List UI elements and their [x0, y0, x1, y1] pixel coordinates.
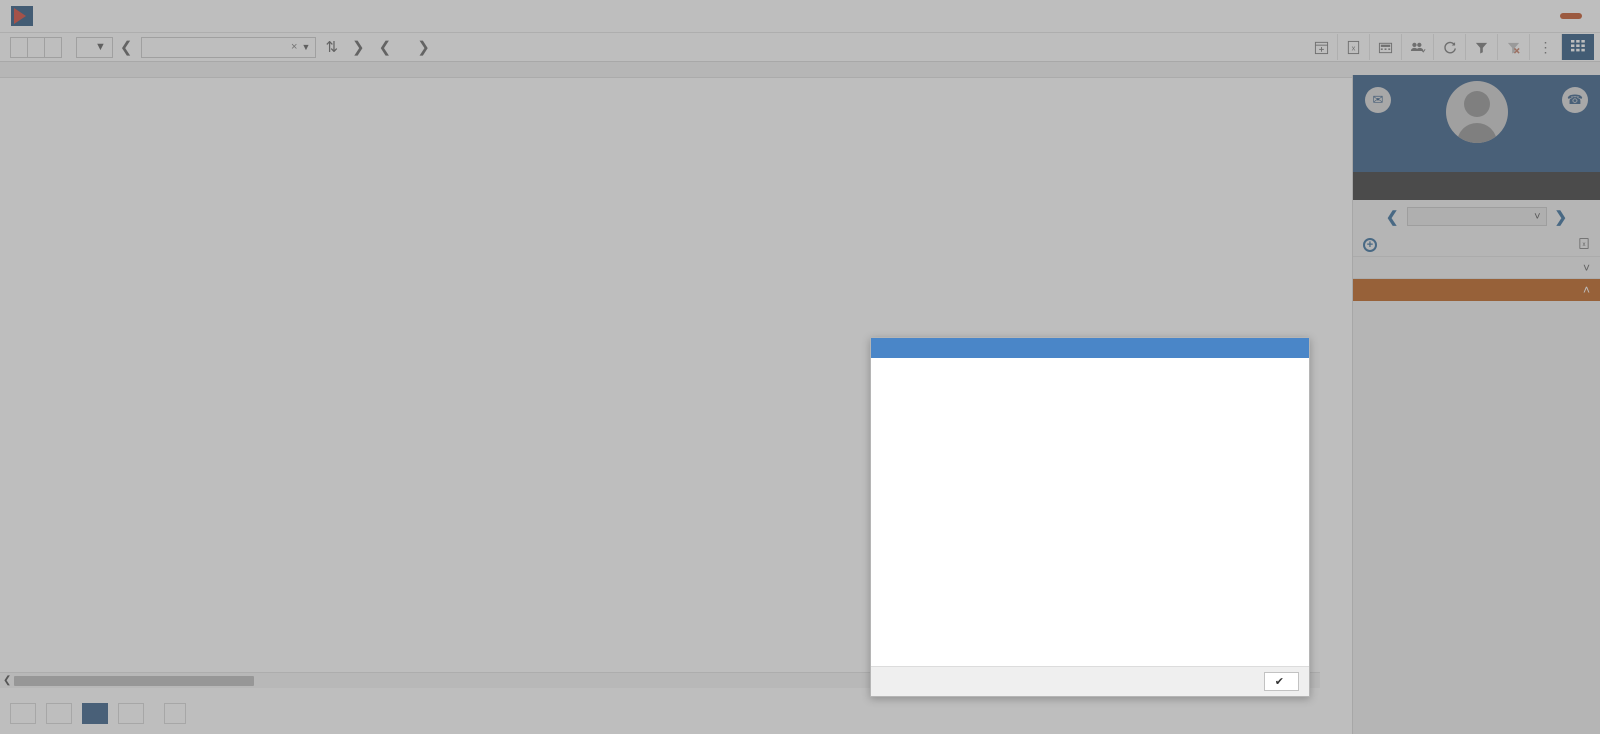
filter-icon[interactable]: ▼	[95, 41, 106, 53]
pager-page-1[interactable]	[82, 702, 108, 724]
status-filter[interactable]: ▼	[76, 36, 113, 58]
pagination-bar	[0, 692, 1320, 734]
sort-employees-icon[interactable]: ⇅	[318, 38, 345, 56]
prev-costing-button[interactable]: ❮	[1386, 208, 1399, 226]
avatar	[1445, 81, 1508, 143]
walk-me-through-button[interactable]	[1560, 13, 1582, 19]
excel-export-icon[interactable]: x	[1338, 34, 1370, 60]
phone-icon[interactable]: ☎	[1562, 87, 1588, 113]
scope-button-me[interactable]	[10, 36, 28, 58]
app-logo[interactable]	[8, 6, 33, 26]
planned-jobs-header[interactable]: ˅	[1353, 257, 1600, 279]
top-navigation-bar	[0, 0, 1600, 32]
filter-toolbar: ▼ ❮ × ▼ ⇅ ❯ ❮ ❯ x ⋮	[0, 32, 1600, 62]
calendar-add-icon[interactable]	[1306, 34, 1338, 60]
calculator-icon[interactable]	[1370, 34, 1402, 60]
excel-export-icon[interactable]: x	[1578, 237, 1590, 253]
scroll-left-icon[interactable]: ❮	[0, 675, 14, 686]
synerion-mark-icon	[11, 6, 33, 26]
more-info-dialog: ✔	[870, 337, 1310, 697]
chevron-down-icon[interactable]: ˅	[1583, 261, 1590, 275]
grid-view-icon[interactable]	[1562, 34, 1594, 60]
chevron-up-icon[interactable]: ˄	[1583, 283, 1590, 297]
employees-icon[interactable]	[1402, 34, 1434, 60]
costing-select[interactable]: ˅	[1406, 207, 1547, 226]
prev-employee-button[interactable]: ❮	[113, 38, 140, 56]
next-date-range-button[interactable]: ❯	[410, 38, 437, 56]
chevron-down-icon[interactable]: ˅	[1534, 211, 1540, 223]
prev-date-range-button[interactable]: ❮	[372, 38, 399, 56]
mail-icon[interactable]: ✉	[1365, 87, 1391, 113]
display-filter-select[interactable]	[164, 702, 186, 724]
dialog-title-bar	[871, 338, 1309, 358]
filter-icon[interactable]	[1466, 34, 1498, 60]
clear-filter-icon[interactable]	[1498, 34, 1530, 60]
pager-page-2[interactable]	[118, 702, 144, 724]
employee-select[interactable]: × ▼	[141, 36, 317, 58]
scrollbar-thumb[interactable]	[14, 675, 255, 686]
employee-panel-header: ✉ ☎	[1353, 75, 1600, 172]
scope-button-direct-employees[interactable]	[27, 36, 45, 58]
svg-text:x: x	[1352, 43, 1356, 52]
dialog-body	[871, 358, 1309, 380]
next-employee-button[interactable]: ❯	[345, 38, 372, 56]
close-button[interactable]: ✔	[1263, 672, 1299, 691]
pager-prev-button[interactable]	[46, 702, 72, 724]
add-task-row[interactable]: + x	[1353, 233, 1600, 257]
scope-button-my-employees[interactable]	[44, 36, 62, 58]
svg-text:x: x	[1583, 241, 1586, 247]
pager-first-button[interactable]	[10, 702, 36, 724]
clear-employee-icon[interactable]: ×	[291, 41, 297, 53]
panel-tabs	[1353, 172, 1600, 200]
actual-jobs-header[interactable]: ˄	[1353, 279, 1600, 301]
costing-selector-row: ❮ ˅ ❯	[1353, 200, 1600, 233]
check-icon: ✔	[1274, 676, 1284, 688]
chevron-down-icon[interactable]: ▼	[302, 42, 311, 52]
refresh-icon[interactable]	[1434, 34, 1466, 60]
next-costing-button[interactable]: ❯	[1555, 208, 1568, 226]
employee-detail-panel: ✉ ☎ ❮ ˅ ❯ + x ˅ ˄	[1352, 75, 1600, 734]
dialog-footer: ✔	[871, 666, 1309, 696]
more-options-icon[interactable]: ⋮	[1530, 34, 1562, 60]
plus-icon: +	[1363, 237, 1377, 252]
